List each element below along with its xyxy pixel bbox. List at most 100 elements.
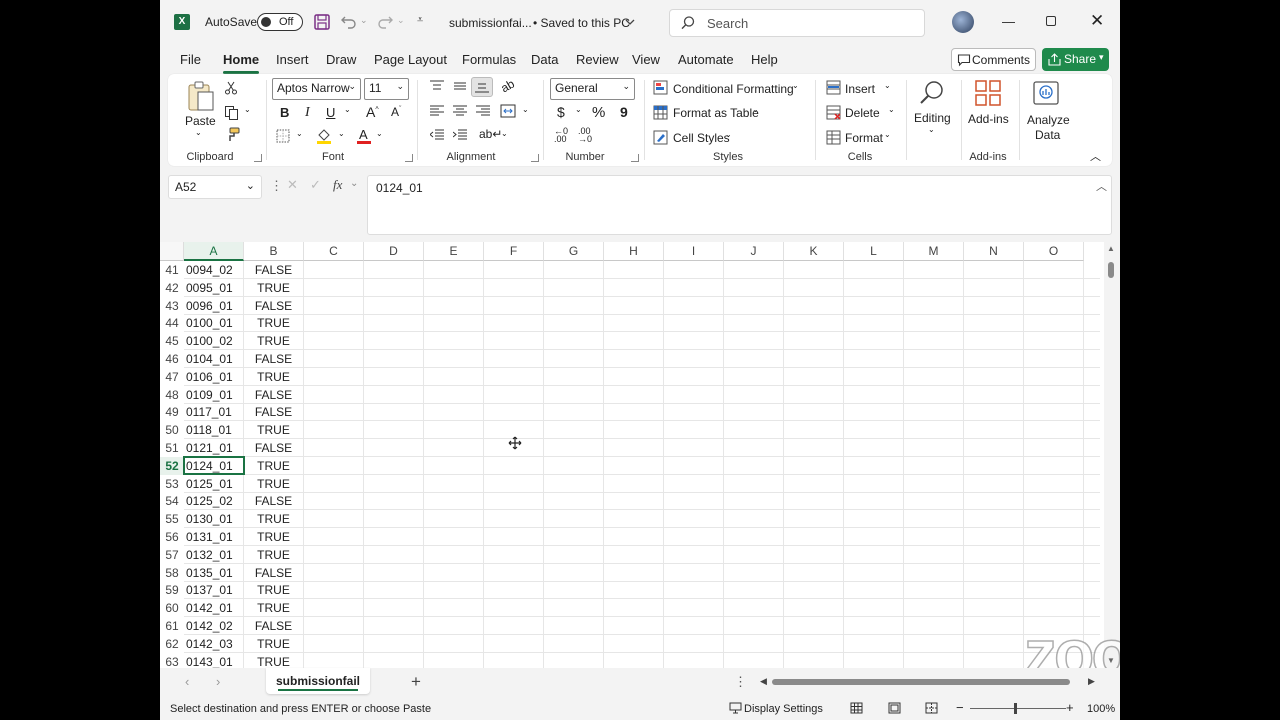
align-left-icon[interactable]	[430, 105, 444, 117]
column-header-m[interactable]: M	[904, 242, 964, 261]
format-as-table-label[interactable]: Format as Table	[673, 106, 759, 120]
scroll-left-icon[interactable]: ◀	[760, 676, 767, 687]
row-header[interactable]: 55	[160, 510, 184, 528]
underline-icon[interactable]: U	[326, 105, 335, 120]
cell-styles-dropdown-icon[interactable]: ⌄	[725, 130, 732, 139]
vertical-scrollbar[interactable]: ▲ ▼	[1104, 242, 1118, 668]
conditional-formatting-icon[interactable]	[653, 80, 668, 95]
row-header[interactable]: 51	[160, 439, 184, 457]
borders-icon[interactable]	[276, 129, 290, 143]
scroll-up-icon[interactable]: ▲	[1107, 244, 1115, 253]
cell-styles-label[interactable]: Cell Styles	[673, 131, 730, 145]
tab-data[interactable]: Data	[531, 52, 558, 67]
column-header-f[interactable]: F	[484, 242, 544, 261]
redo-icon[interactable]	[376, 13, 394, 31]
decrease-indent-icon[interactable]	[430, 129, 444, 141]
fill-color-dropdown-icon[interactable]: ⌄	[338, 129, 345, 138]
format-table-dropdown-icon[interactable]: ⌄	[752, 105, 759, 114]
next-sheet-icon[interactable]: ›	[216, 674, 220, 689]
insert-label[interactable]: Insert	[845, 82, 875, 96]
display-settings-label[interactable]: Display Settings	[744, 703, 823, 715]
font-color-icon[interactable]: A	[356, 127, 372, 145]
cell-b[interactable]: TRUE	[244, 278, 304, 297]
cell-a[interactable]: 0104_01	[184, 350, 244, 368]
paste-label[interactable]: Paste	[185, 114, 216, 128]
delete-cells-icon[interactable]	[826, 105, 841, 120]
copy-dropdown-icon[interactable]: ⌄	[244, 105, 251, 114]
more-options-icon[interactable]: ⋮	[270, 178, 283, 194]
number-format-dropdown[interactable]: General ⌄	[550, 78, 635, 100]
row-header[interactable]: 62	[160, 635, 184, 653]
restore-icon[interactable]	[1046, 16, 1056, 26]
cell-a[interactable]: 0094_02	[184, 261, 244, 279]
cell-a[interactable]: 0125_02	[184, 492, 244, 511]
display-settings-icon[interactable]	[729, 702, 742, 714]
zoom-percentage[interactable]: 100%	[1087, 703, 1115, 715]
row-header[interactable]: 43	[160, 297, 184, 315]
insert-cells-icon[interactable]	[826, 80, 841, 95]
column-header-c[interactable]: C	[304, 242, 364, 261]
cell-a[interactable]: 0130_01	[184, 510, 244, 529]
zoom-in-icon[interactable]: +	[1066, 700, 1074, 715]
tab-view[interactable]: View	[632, 52, 660, 67]
row-header[interactable]: 44	[160, 314, 184, 332]
delete-label[interactable]: Delete	[845, 106, 880, 120]
collapse-ribbon-icon[interactable]: ︿	[1090, 148, 1101, 164]
cell-a[interactable]: 0100_02	[184, 332, 244, 351]
comments-button[interactable]: Comments	[951, 48, 1036, 71]
select-all-corner[interactable]	[160, 242, 184, 261]
merge-dropdown-icon[interactable]: ⌄	[522, 105, 529, 114]
column-header-b[interactable]: B	[244, 242, 304, 261]
page-break-view-icon[interactable]	[925, 702, 938, 714]
paste-icon[interactable]	[186, 80, 216, 112]
percent-icon[interactable]: %	[592, 104, 605, 121]
undo-icon[interactable]	[340, 13, 358, 31]
editing-label[interactable]: Editing	[914, 111, 951, 125]
cell-a[interactable]: 0106_01	[184, 367, 244, 386]
tab-page-layout[interactable]: Page Layout	[374, 52, 447, 67]
increase-font-icon[interactable]: A^	[366, 104, 379, 120]
insert-dropdown-icon[interactable]: ⌄	[884, 81, 891, 90]
wrap-text-icon[interactable]: ab↵	[479, 127, 502, 141]
row-header[interactable]: 47	[160, 368, 184, 386]
cell-b[interactable]: FALSE	[244, 296, 304, 315]
align-bottom-icon[interactable]	[471, 77, 493, 97]
format-dropdown-icon[interactable]: ⌄	[884, 130, 891, 139]
sheet-tab-submissionfail[interactable]: submissionfail	[266, 668, 370, 694]
number-launcher-icon[interactable]	[631, 154, 639, 162]
cell-b[interactable]: FALSE	[244, 439, 304, 457]
format-as-table-icon[interactable]	[653, 105, 668, 120]
format-cells-icon[interactable]	[826, 130, 841, 145]
increase-decimal-icon[interactable]: ←0.00	[554, 127, 568, 144]
cell-a[interactable]: 0131_01	[184, 528, 244, 546]
insert-function-icon[interactable]: fx	[333, 177, 342, 193]
orientation-icon[interactable]: ab	[498, 77, 517, 96]
cell-a[interactable]: 0117_01	[184, 403, 244, 422]
row-header[interactable]: 45	[160, 332, 184, 350]
cell-b[interactable]: FALSE	[244, 563, 304, 582]
row-header[interactable]: 41	[160, 261, 184, 279]
row-header[interactable]: 58	[160, 564, 184, 582]
cell-a[interactable]: 0100_01	[184, 314, 244, 333]
autosave-toggle[interactable]: Off	[257, 13, 303, 31]
column-header-n[interactable]: N	[964, 242, 1024, 261]
row-header[interactable]: 46	[160, 350, 184, 368]
cell-b[interactable]: TRUE	[244, 599, 304, 618]
vertical-scroll-thumb[interactable]	[1108, 262, 1114, 278]
cell-a[interactable]: 0121_01	[184, 439, 244, 457]
formula-input[interactable]: 0124_01 ︿	[367, 175, 1112, 235]
prev-sheet-icon[interactable]: ‹	[185, 674, 189, 689]
add-ins-button-label[interactable]: Add-ins	[968, 112, 1009, 126]
cell-a[interactable]: 0125_01	[184, 474, 244, 493]
cell-b[interactable]: FALSE	[244, 385, 304, 404]
row-header[interactable]: 49	[160, 403, 184, 421]
row-header[interactable]: 59	[160, 581, 184, 599]
page-layout-view-icon[interactable]	[888, 702, 901, 714]
italic-icon[interactable]: I	[305, 105, 310, 121]
fx-dropdown-icon[interactable]: ⌄	[350, 178, 358, 189]
scroll-right-icon[interactable]: ▶	[1088, 676, 1095, 687]
cell-b[interactable]: TRUE	[244, 456, 304, 475]
cell-b[interactable]: TRUE	[244, 510, 304, 529]
normal-view-icon[interactable]	[850, 702, 863, 714]
font-launcher-icon[interactable]	[405, 154, 413, 162]
